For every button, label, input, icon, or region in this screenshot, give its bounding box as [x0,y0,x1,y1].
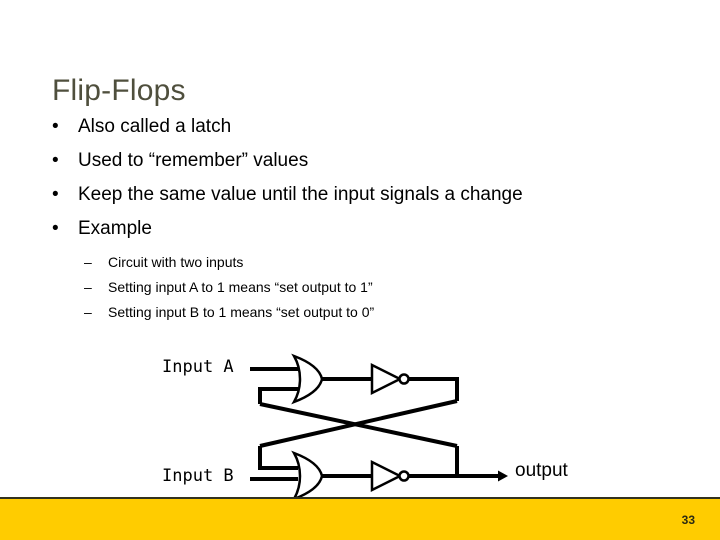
output-arrowhead-icon [498,470,508,482]
list-item-label: Also called a latch [78,116,232,137]
bullet-list: • Also called a latch • Used to “remembe… [52,110,672,246]
sub-list-item-label: Circuit with two inputs [108,254,244,270]
wire-top-gate-feedback-in [258,387,298,404]
bullet-dot-icon: • [52,184,59,205]
dash-bullet-icon: – [84,279,92,295]
slide: Flip-Flops • Also called a latch • Used … [0,0,720,540]
input-a-label: Input A [162,357,234,377]
wire-top-inverter-out [408,377,459,401]
list-item: • Keep the same value until the input si… [52,178,672,212]
input-b-label: Input B [162,466,234,486]
footer-bar [0,499,720,540]
list-item: • Example [52,212,672,246]
list-item-label: Keep the same value until the input sign… [78,184,523,205]
wire-bottom-gate-feedback-in [258,446,298,470]
sub-list-item: – Setting input B to 1 means “set output… [84,300,644,325]
dash-bullet-icon: – [84,254,92,270]
list-item-label: Example [78,218,152,239]
bullet-dot-icon: • [52,150,59,171]
flip-flop-circuit-diagram: Input A Input B [150,348,510,498]
sub-list-item-label: Setting input B to 1 means “set output t… [108,304,375,320]
page-number: 33 [681,513,695,527]
dash-bullet-icon: – [84,304,92,320]
sub-list-item-label: Setting input A to 1 means “set output t… [108,279,373,295]
list-item: • Also called a latch [52,110,672,144]
list-item-label: Used to “remember” values [78,150,309,171]
inverter-bubble-icon [398,470,410,482]
sub-list-item: – Setting input A to 1 means “set output… [84,275,644,300]
page-title: Flip-Flops [52,74,186,108]
inverter-bubble-icon [398,373,410,385]
inverter-top [370,362,410,396]
output-label: output [515,460,568,481]
or-gate-top [291,353,324,405]
sub-bullet-list: – Circuit with two inputs – Setting inpu… [84,250,644,325]
inverter-bottom [370,459,410,493]
bullet-dot-icon: • [52,116,59,137]
list-item: • Used to “remember” values [52,144,672,178]
sub-list-item: – Circuit with two inputs [84,250,644,275]
or-gate-bottom [291,450,324,498]
bullet-dot-icon: • [52,218,59,239]
